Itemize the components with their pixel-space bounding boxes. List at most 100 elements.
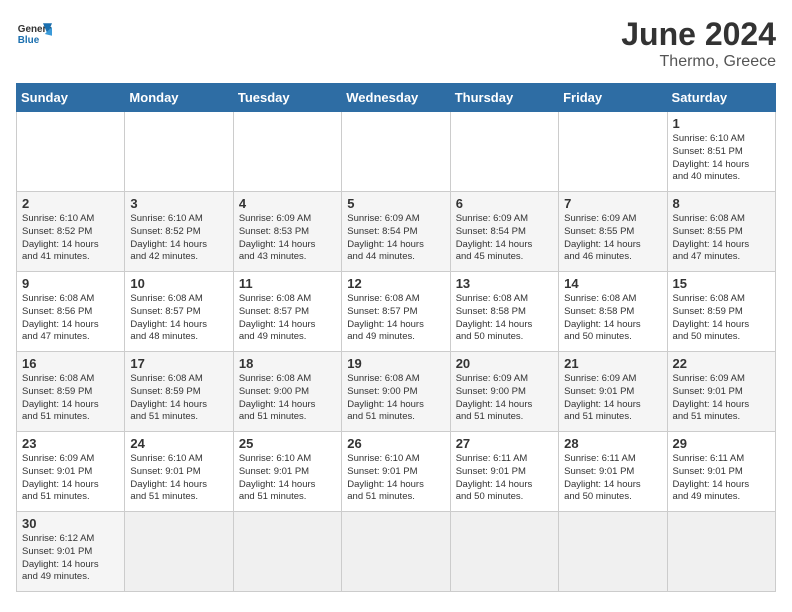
- day-info: Sunrise: 6:11 AM Sunset: 9:01 PM Dayligh…: [673, 453, 770, 504]
- calendar-day-1: 1 Sunrise: 6:10 AM Sunset: 8:51 PM Daylig…: [667, 112, 775, 192]
- day-info: Sunrise: 6:10 AM Sunset: 8:52 PM Dayligh…: [130, 213, 227, 264]
- col-header-saturday: Saturday: [667, 84, 775, 112]
- day-number: 27: [456, 436, 553, 451]
- day-info: Sunrise: 6:08 AM Sunset: 8:56 PM Dayligh…: [22, 293, 119, 344]
- day-info: Sunrise: 6:08 AM Sunset: 8:57 PM Dayligh…: [239, 293, 336, 344]
- empty-day-cell: [233, 112, 341, 192]
- day-number: 23: [22, 436, 119, 451]
- day-number: 12: [347, 276, 444, 291]
- day-info: Sunrise: 6:09 AM Sunset: 9:00 PM Dayligh…: [456, 373, 553, 424]
- day-info: Sunrise: 6:09 AM Sunset: 9:01 PM Dayligh…: [22, 453, 119, 504]
- calendar-day-13: 13 Sunrise: 6:08 AM Sunset: 8:58 PM Dayli…: [450, 272, 558, 352]
- day-number: 11: [239, 276, 336, 291]
- day-info: Sunrise: 6:08 AM Sunset: 9:00 PM Dayligh…: [239, 373, 336, 424]
- day-info: Sunrise: 6:10 AM Sunset: 9:01 PM Dayligh…: [239, 453, 336, 504]
- day-number: 22: [673, 356, 770, 371]
- calendar-day-24: 24Sunrise: 6:10 AM Sunset: 9:01 PM Dayli…: [125, 432, 233, 512]
- empty-day-cell: [450, 512, 558, 592]
- calendar-day-14: 14 Sunrise: 6:08 AM Sunset: 8:58 PM Dayli…: [559, 272, 667, 352]
- day-number: 30: [22, 516, 119, 531]
- calendar-header-row: SundayMondayTuesdayWednesdayThursdayFrid…: [17, 84, 776, 112]
- day-number: 8: [673, 196, 770, 211]
- day-number: 29: [673, 436, 770, 451]
- day-info: Sunrise: 6:08 AM Sunset: 8:59 PM Dayligh…: [22, 373, 119, 424]
- calendar-day-16: 16Sunrise: 6:08 AM Sunset: 8:59 PM Dayli…: [17, 352, 125, 432]
- calendar-week-row: 9 Sunrise: 6:08 AM Sunset: 8:56 PM Daylig…: [17, 272, 776, 352]
- calendar-day-12: 12Sunrise: 6:08 AM Sunset: 8:57 PM Dayli…: [342, 272, 450, 352]
- day-number: 15: [673, 276, 770, 291]
- day-number: 3: [130, 196, 227, 211]
- day-number: 6: [456, 196, 553, 211]
- day-info: Sunrise: 6:10 AM Sunset: 8:52 PM Dayligh…: [22, 213, 119, 264]
- empty-day-cell: [125, 512, 233, 592]
- calendar-day-20: 20Sunrise: 6:09 AM Sunset: 9:00 PM Dayli…: [450, 352, 558, 432]
- col-header-sunday: Sunday: [17, 84, 125, 112]
- calendar-day-21: 21Sunrise: 6:09 AM Sunset: 9:01 PM Dayli…: [559, 352, 667, 432]
- calendar-day-9: 9 Sunrise: 6:08 AM Sunset: 8:56 PM Daylig…: [17, 272, 125, 352]
- empty-day-cell: [450, 112, 558, 192]
- day-info: Sunrise: 6:09 AM Sunset: 8:54 PM Dayligh…: [347, 213, 444, 264]
- day-info: Sunrise: 6:08 AM Sunset: 8:58 PM Dayligh…: [456, 293, 553, 344]
- calendar-day-23: 23 Sunrise: 6:09 AM Sunset: 9:01 PM Dayli…: [17, 432, 125, 512]
- generalblue-logo-icon: General Blue: [16, 16, 52, 52]
- day-info: Sunrise: 6:10 AM Sunset: 9:01 PM Dayligh…: [130, 453, 227, 504]
- calendar-day-15: 15 Sunrise: 6:08 AM Sunset: 8:59 PM Dayli…: [667, 272, 775, 352]
- calendar-week-row: 2Sunrise: 6:10 AM Sunset: 8:52 PM Daylig…: [17, 192, 776, 272]
- calendar-day-8: 8 Sunrise: 6:08 AM Sunset: 8:55 PM Daylig…: [667, 192, 775, 272]
- empty-day-cell: [342, 512, 450, 592]
- day-number: 26: [347, 436, 444, 451]
- day-info: Sunrise: 6:08 AM Sunset: 8:55 PM Dayligh…: [673, 213, 770, 264]
- day-number: 9: [22, 276, 119, 291]
- day-number: 25: [239, 436, 336, 451]
- day-number: 17: [130, 356, 227, 371]
- day-info: Sunrise: 6:09 AM Sunset: 8:54 PM Dayligh…: [456, 213, 553, 264]
- title-block: June 2024 Thermo, Greece: [621, 16, 776, 71]
- calendar-day-2: 2Sunrise: 6:10 AM Sunset: 8:52 PM Daylig…: [17, 192, 125, 272]
- empty-day-cell: [125, 112, 233, 192]
- calendar-day-25: 25 Sunrise: 6:10 AM Sunset: 9:01 PM Dayli…: [233, 432, 341, 512]
- calendar-day-11: 11 Sunrise: 6:08 AM Sunset: 8:57 PM Dayli…: [233, 272, 341, 352]
- day-number: 10: [130, 276, 227, 291]
- day-info: Sunrise: 6:08 AM Sunset: 8:59 PM Dayligh…: [673, 293, 770, 344]
- calendar-table: SundayMondayTuesdayWednesdayThursdayFrid…: [16, 83, 776, 592]
- calendar-week-row: 30 Sunrise: 6:12 AM Sunset: 9:01 PM Dayli…: [17, 512, 776, 592]
- day-info: Sunrise: 6:08 AM Sunset: 8:59 PM Dayligh…: [130, 373, 227, 424]
- calendar-day-26: 26 Sunrise: 6:10 AM Sunset: 9:01 PM Dayli…: [342, 432, 450, 512]
- col-header-thursday: Thursday: [450, 84, 558, 112]
- day-info: Sunrise: 6:10 AM Sunset: 9:01 PM Dayligh…: [347, 453, 444, 504]
- day-number: 13: [456, 276, 553, 291]
- empty-day-cell: [559, 112, 667, 192]
- col-header-monday: Monday: [125, 84, 233, 112]
- calendar-week-row: 23 Sunrise: 6:09 AM Sunset: 9:01 PM Dayli…: [17, 432, 776, 512]
- location-subtitle: Thermo, Greece: [621, 53, 776, 71]
- calendar-day-30: 30 Sunrise: 6:12 AM Sunset: 9:01 PM Dayli…: [17, 512, 125, 592]
- day-info: Sunrise: 6:10 AM Sunset: 8:51 PM Dayligh…: [673, 133, 770, 184]
- page-header: General Blue June 2024 Thermo, Greece: [16, 16, 776, 71]
- day-info: Sunrise: 6:09 AM Sunset: 8:55 PM Dayligh…: [564, 213, 661, 264]
- day-number: 19: [347, 356, 444, 371]
- empty-day-cell: [233, 512, 341, 592]
- calendar-day-7: 7 Sunrise: 6:09 AM Sunset: 8:55 PM Daylig…: [559, 192, 667, 272]
- calendar-day-10: 10 Sunrise: 6:08 AM Sunset: 8:57 PM Dayli…: [125, 272, 233, 352]
- col-header-wednesday: Wednesday: [342, 84, 450, 112]
- empty-day-cell: [342, 112, 450, 192]
- day-info: Sunrise: 6:08 AM Sunset: 8:58 PM Dayligh…: [564, 293, 661, 344]
- day-info: Sunrise: 6:08 AM Sunset: 8:57 PM Dayligh…: [130, 293, 227, 344]
- calendar-day-27: 27Sunrise: 6:11 AM Sunset: 9:01 PM Dayli…: [450, 432, 558, 512]
- calendar-day-18: 18 Sunrise: 6:08 AM Sunset: 9:00 PM Dayli…: [233, 352, 341, 432]
- empty-day-cell: [559, 512, 667, 592]
- day-info: Sunrise: 6:09 AM Sunset: 9:01 PM Dayligh…: [564, 373, 661, 424]
- day-number: 7: [564, 196, 661, 211]
- day-number: 14: [564, 276, 661, 291]
- day-number: 1: [673, 116, 770, 131]
- calendar-day-19: 19 Sunrise: 6:08 AM Sunset: 9:00 PM Dayli…: [342, 352, 450, 432]
- day-number: 4: [239, 196, 336, 211]
- day-info: Sunrise: 6:09 AM Sunset: 8:53 PM Dayligh…: [239, 213, 336, 264]
- month-year-title: June 2024: [621, 16, 776, 53]
- day-number: 18: [239, 356, 336, 371]
- day-info: Sunrise: 6:11 AM Sunset: 9:01 PM Dayligh…: [564, 453, 661, 504]
- day-info: Sunrise: 6:08 AM Sunset: 9:00 PM Dayligh…: [347, 373, 444, 424]
- col-header-tuesday: Tuesday: [233, 84, 341, 112]
- day-info: Sunrise: 6:12 AM Sunset: 9:01 PM Dayligh…: [22, 533, 119, 584]
- logo: General Blue: [16, 16, 52, 52]
